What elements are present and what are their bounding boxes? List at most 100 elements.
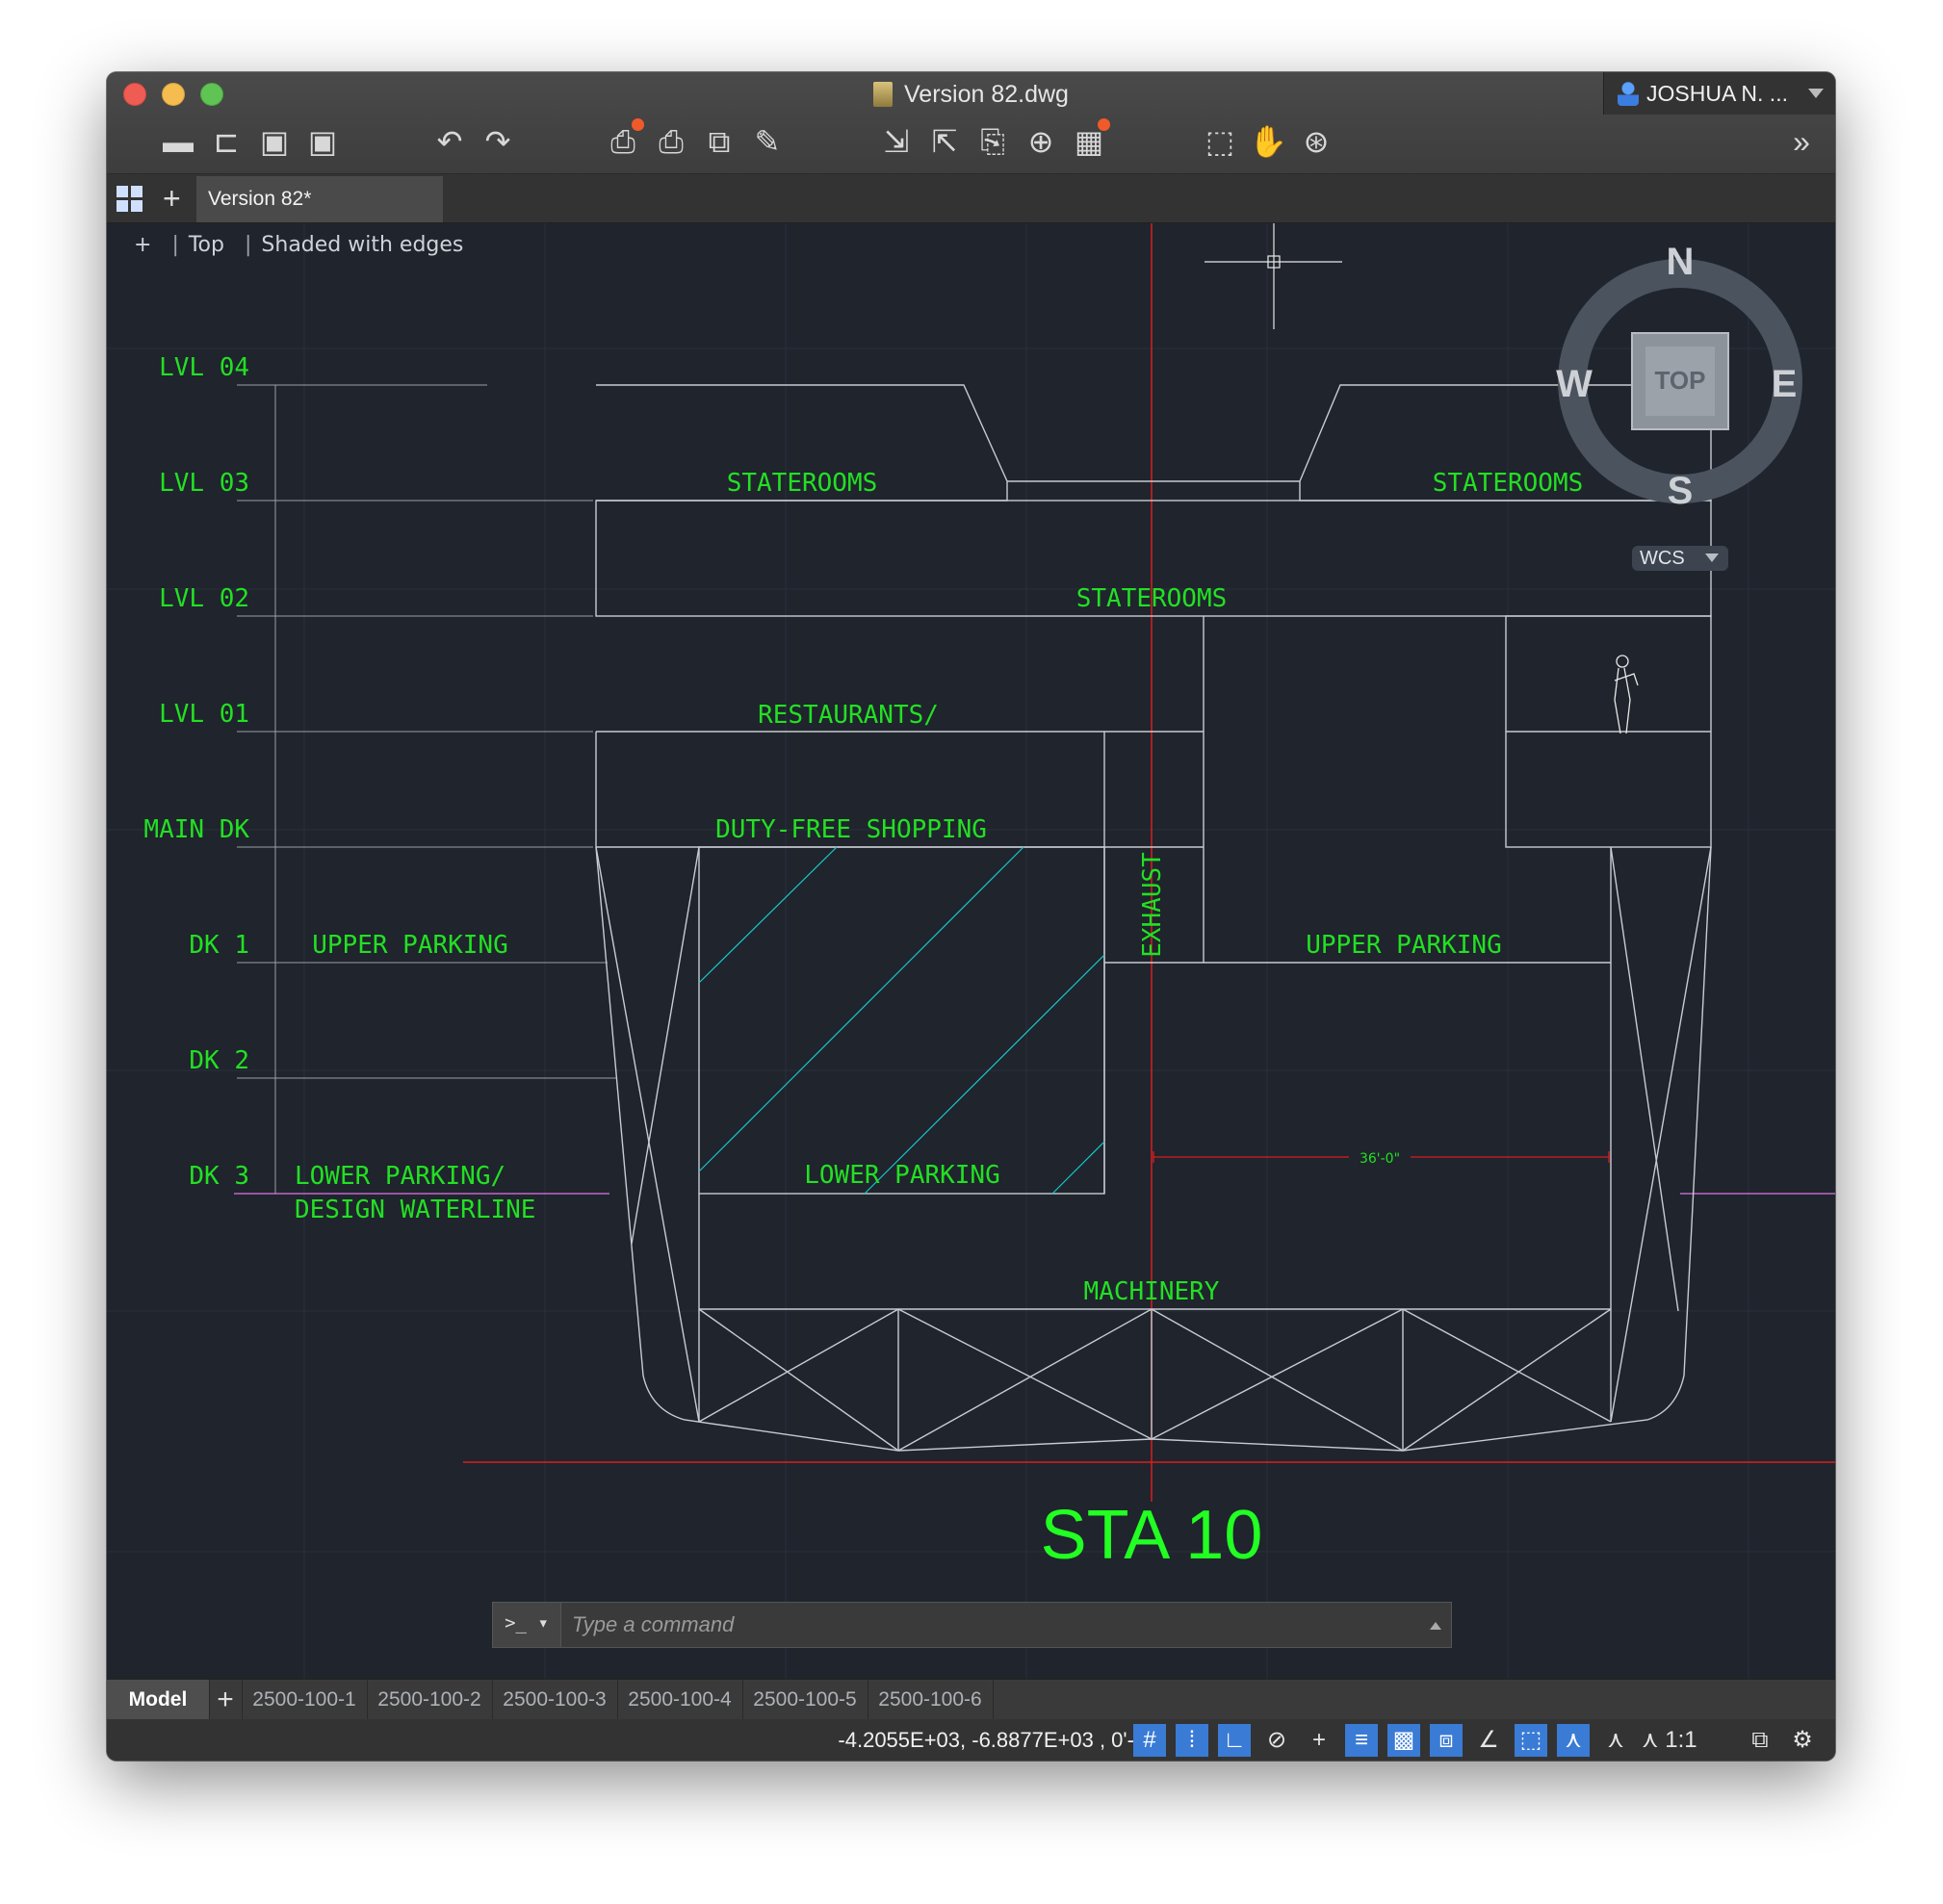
annotation-visibility-icon[interactable]: ⋏ xyxy=(1557,1724,1590,1757)
new-icon[interactable]: ▬ xyxy=(159,122,197,161)
redo-icon[interactable]: ↷ xyxy=(479,122,517,161)
polar-tracking-icon[interactable]: ⊘ xyxy=(1260,1724,1293,1757)
level-label: LVL 02 xyxy=(159,584,249,613)
attach-icon[interactable]: ⎘ xyxy=(973,122,1012,161)
title-bar: Version 82.dwg JOSHUA N. ... ▬ ⊏ ▣ ▣ ↶ ↷… xyxy=(107,72,1835,174)
auto-scale-icon[interactable]: ⋏ xyxy=(1599,1724,1632,1757)
open-icon[interactable]: ⊏ xyxy=(207,122,246,161)
label-lower-parking-design: LOWER PARKING/ xyxy=(295,1162,505,1191)
tab-layout-1[interactable]: 2500-100-1 xyxy=(242,1680,368,1720)
visual-style[interactable]: Shaded with edges xyxy=(261,233,463,257)
station-label: STA 10 xyxy=(1041,1497,1263,1574)
dimension-text: 36'-0" xyxy=(1360,1151,1400,1167)
export-icon[interactable]: ⇱ xyxy=(925,122,964,161)
workspace-icon[interactable]: ⧉ xyxy=(1744,1724,1776,1757)
save-icon[interactable]: ▣ xyxy=(255,122,294,161)
chevron-down-icon xyxy=(1808,89,1824,98)
compass-n[interactable]: N xyxy=(1667,241,1695,283)
viewcube-top-label: TOP xyxy=(1655,366,1706,395)
coordinates-readout[interactable]: -4.2055E+03, -6.8877E+03 , 0'-0" xyxy=(838,1719,1153,1761)
user-name: JOSHUA N. ... xyxy=(1646,81,1788,106)
level-label: LVL 01 xyxy=(159,700,249,729)
command-line: >_ ▾ xyxy=(492,1602,1452,1648)
compass-e[interactable]: E xyxy=(1772,363,1798,405)
command-prompt-text: >_ xyxy=(505,1612,527,1634)
sheet-set-icon[interactable]: ⧉ xyxy=(700,122,738,161)
orbit-icon[interactable]: ⊛ xyxy=(1297,122,1335,161)
tab-layout-4[interactable]: 2500-100-4 xyxy=(617,1680,743,1720)
level-label: MAIN DK xyxy=(143,815,249,844)
layer-badge xyxy=(1098,118,1110,131)
drawing-canvas[interactable]: 36'-0" TOP N S E W LVL 04 LVL 03 LVL 02 … xyxy=(107,223,1835,1679)
wcs-dropdown[interactable]: WCS xyxy=(1632,546,1728,571)
label-upper-parking-left: UPPER PARKING xyxy=(312,931,508,960)
viewport-menu[interactable]: + xyxy=(134,233,151,257)
tab-layout-6[interactable]: 2500-100-6 xyxy=(868,1680,994,1720)
level-label: DK 1 xyxy=(189,931,249,960)
label-exhaust: EXHAUST xyxy=(1138,852,1167,958)
layout-tab-bar: Model + 2500-100-1 2500-100-2 2500-100-3… xyxy=(107,1679,1835,1720)
transparency-icon[interactable]: ▩ xyxy=(1387,1724,1420,1757)
save-as-icon[interactable]: ▣ xyxy=(303,122,342,161)
command-input[interactable] xyxy=(562,1603,1429,1647)
document-tab[interactable]: Version 82* xyxy=(196,176,443,222)
compass-s[interactable]: S xyxy=(1668,470,1694,512)
hatch-lines xyxy=(698,846,1105,1195)
command-prompt-button[interactable]: >_ ▾ xyxy=(493,1603,561,1647)
dwg-file-icon xyxy=(873,82,894,107)
level-label: DK 3 xyxy=(189,1162,249,1191)
user-icon xyxy=(1618,81,1639,106)
drawing-viewport[interactable]: 36'-0" TOP N S E W LVL 04 LVL 03 LVL 02 … xyxy=(107,223,1835,1679)
chevron-up-icon[interactable] xyxy=(1430,1622,1441,1630)
dynamic-ucs-icon[interactable]: ∠ xyxy=(1472,1724,1505,1757)
level-label: LVL 03 xyxy=(159,469,249,498)
publish-icon[interactable]: ✎ xyxy=(748,122,787,161)
tab-layout-2[interactable]: 2500-100-2 xyxy=(367,1680,493,1720)
object-snap-tracking-icon[interactable]: + xyxy=(1303,1724,1335,1757)
window-title-text: Version 82.dwg xyxy=(904,81,1069,108)
plot-icon[interactable]: ⎙ xyxy=(604,118,644,161)
level-labels: LVL 04 LVL 03 LVL 02 LVL 01 MAIN DK DK 1… xyxy=(143,353,249,1191)
tab-layout-5[interactable]: 2500-100-5 xyxy=(742,1680,868,1720)
level-label: LVL 04 xyxy=(159,353,249,382)
viewport-controls: + | Top | Shaded with edges xyxy=(134,233,477,257)
import-icon[interactable]: ⇲ xyxy=(877,122,916,161)
layer-properties-icon[interactable]: ▦ xyxy=(1070,118,1110,161)
view-direction[interactable]: Top xyxy=(189,233,224,257)
snap-toggle-icon[interactable]: ⁞ xyxy=(1176,1724,1208,1757)
person-scale-figure xyxy=(1614,655,1639,734)
document-tab-bar: + Version 82* xyxy=(107,174,1835,223)
more-icon[interactable]: » xyxy=(1782,122,1821,161)
label-duty-free: DUTY-FREE SHOPPING xyxy=(715,815,987,844)
tab-layout-3[interactable]: 2500-100-3 xyxy=(492,1680,618,1720)
undo-icon[interactable]: ↶ xyxy=(430,122,469,161)
selection-cycling-icon[interactable]: ⧈ xyxy=(1430,1724,1463,1757)
viewcube[interactable]: TOP N S E W xyxy=(1556,241,1802,512)
label-staterooms-mid: STATEROOMS xyxy=(1076,584,1228,613)
new-tab-button[interactable]: + xyxy=(163,180,181,217)
label-design-waterline: DESIGN WATERLINE xyxy=(295,1196,535,1224)
tab-model[interactable]: Model xyxy=(107,1680,210,1720)
label-upper-parking-right: UPPER PARKING xyxy=(1306,931,1502,960)
label-staterooms-left: STATEROOMS xyxy=(727,469,878,498)
lineweight-icon[interactable]: ≡ xyxy=(1345,1724,1378,1757)
gear-icon[interactable]: ⚙ xyxy=(1786,1724,1819,1757)
viewport-separator: | xyxy=(244,233,252,257)
selection-filter-icon[interactable]: ⬚ xyxy=(1515,1724,1547,1757)
add-layout-button[interactable]: + xyxy=(209,1680,243,1720)
zoom-window-icon[interactable]: ⬚ xyxy=(1201,122,1239,161)
etransmit-icon[interactable]: ⊕ xyxy=(1022,122,1060,161)
pan-icon[interactable]: ✋ xyxy=(1249,122,1287,161)
wcs-label: WCS xyxy=(1640,548,1685,569)
grid-toggle-icon[interactable]: # xyxy=(1133,1724,1166,1757)
label-machinery: MACHINERY xyxy=(1084,1277,1220,1306)
compass-w[interactable]: W xyxy=(1556,363,1593,405)
user-menu[interactable]: JOSHUA N. ... xyxy=(1603,72,1835,115)
label-restaurants: RESTAURANTS/ xyxy=(758,701,939,730)
print-icon[interactable]: ⎙ xyxy=(652,122,690,161)
start-tab-grid-icon[interactable] xyxy=(117,186,143,213)
level-lines xyxy=(237,384,617,1194)
label-staterooms-right: STATEROOMS xyxy=(1433,469,1584,498)
annotation-scale[interactable]: ⋏ 1:1 ▾ xyxy=(1642,1724,1713,1761)
ortho-toggle-icon[interactable]: ∟ xyxy=(1218,1724,1251,1757)
